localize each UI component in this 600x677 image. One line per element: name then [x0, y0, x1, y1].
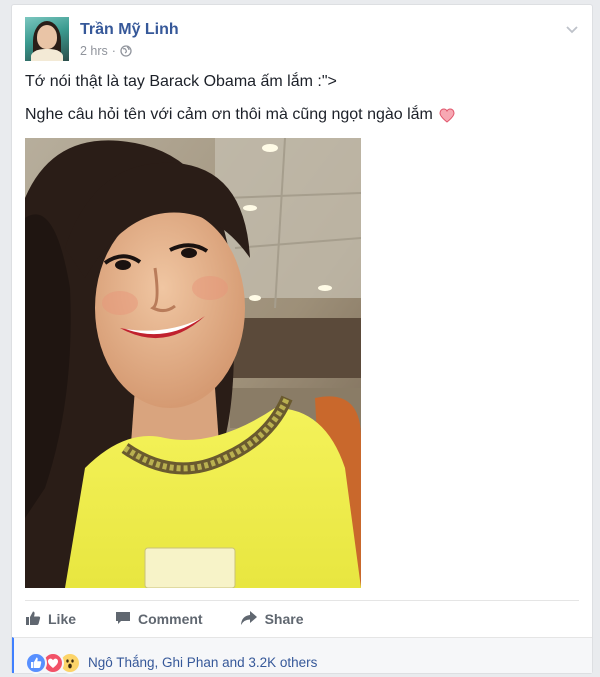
reactions-bar: Ngô Thắng, Ghi Phan and 3.2K others [12, 637, 592, 674]
reaction-icons[interactable] [25, 652, 81, 674]
post-photo[interactable] [25, 138, 361, 588]
post-text-line1: Tớ nói thật là tay Barack Obama ấm lắm :… [25, 73, 337, 90]
divider [25, 600, 579, 601]
timestamp[interactable]: 2 hrs [80, 44, 108, 58]
share-button[interactable]: Share [240, 610, 304, 629]
heart-icon [439, 107, 455, 123]
chevron-down-icon[interactable] [565, 21, 579, 34]
comment-button[interactable]: Comment [115, 610, 203, 629]
reactions-summary[interactable]: Ngô Thắng, Ghi Phan and 3.2K others [88, 655, 317, 670]
post-text-line2-content: Nghe câu hỏi tên với cảm ơn thôi mà cũng… [25, 106, 433, 123]
comment-icon [115, 610, 131, 629]
action-bar: Like Comment Share [25, 607, 304, 631]
like-reaction-icon [25, 652, 47, 674]
author-name[interactable]: Trần Mỹ Linh [80, 21, 179, 39]
post-card: Trần Mỹ Linh 2 hrs · Tớ nói thật là tay … [11, 4, 593, 674]
like-button[interactable]: Like [25, 610, 76, 629]
thumbs-up-icon [25, 610, 41, 629]
avatar[interactable] [25, 17, 69, 61]
meta-separator: · [111, 44, 116, 58]
like-label: Like [48, 611, 77, 627]
comment-label: Comment [138, 611, 203, 627]
share-label: Share [264, 611, 304, 627]
post-meta: 2 hrs · [80, 44, 132, 58]
share-arrow-icon [240, 610, 258, 629]
globe-icon[interactable] [120, 45, 132, 57]
post-text-line2: Nghe câu hỏi tên với cảm ơn thôi mà cũng… [25, 106, 455, 124]
